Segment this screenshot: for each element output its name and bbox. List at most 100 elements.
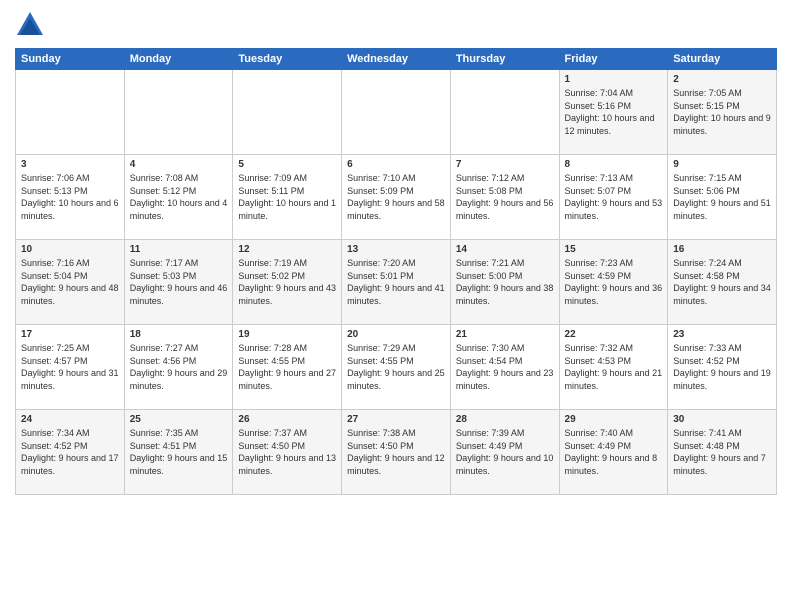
day-number: 9 [673, 159, 771, 170]
week-row-4: 17 Sunrise: 7:25 AMSunset: 4:57 PMDayligh… [16, 325, 777, 410]
day-info: Sunrise: 7:20 AMSunset: 5:01 PMDaylight:… [347, 257, 445, 307]
day-number: 28 [456, 414, 554, 425]
day-info: Sunrise: 7:41 AMSunset: 4:48 PMDaylight:… [673, 427, 771, 477]
day-cell: 27 Sunrise: 7:38 AMSunset: 4:50 PMDayligh… [342, 410, 451, 495]
day-cell: 10 Sunrise: 7:16 AMSunset: 5:04 PMDayligh… [16, 240, 125, 325]
week-row-3: 10 Sunrise: 7:16 AMSunset: 5:04 PMDayligh… [16, 240, 777, 325]
week-row-2: 3Sunrise: 7:06 AMSunset: 5:13 PMDaylight… [16, 155, 777, 240]
day-number: 4 [130, 159, 228, 170]
day-cell: 11 Sunrise: 7:17 AMSunset: 5:03 PMDayligh… [124, 240, 233, 325]
week-row-1: 1 Sunrise: 7:04 AMSunset: 5:16 PMDaylight… [16, 70, 777, 155]
day-info: Sunrise: 7:06 AMSunset: 5:13 PMDaylight:… [21, 172, 119, 222]
day-number: 24 [21, 414, 119, 425]
day-cell: 28 Sunrise: 7:39 AMSunset: 4:49 PMDayligh… [450, 410, 559, 495]
day-number: 5 [238, 159, 336, 170]
day-number: 11 [130, 244, 228, 255]
day-number: 6 [347, 159, 445, 170]
week-row-5: 24 Sunrise: 7:34 AMSunset: 4:52 PMDayligh… [16, 410, 777, 495]
day-cell: 4 Sunrise: 7:08 AMSunset: 5:12 PMDaylight… [124, 155, 233, 240]
day-number: 17 [21, 329, 119, 340]
calendar-header: SundayMondayTuesdayWednesdayThursdayFrid… [16, 49, 777, 70]
day-info: Sunrise: 7:33 AMSunset: 4:52 PMDaylight:… [673, 342, 771, 392]
day-info: Sunrise: 7:19 AMSunset: 5:02 PMDaylight:… [238, 257, 336, 307]
day-info: Sunrise: 7:29 AMSunset: 4:55 PMDaylight:… [347, 342, 445, 392]
day-cell: 20 Sunrise: 7:29 AMSunset: 4:55 PMDayligh… [342, 325, 451, 410]
weekday-header-saturday: Saturday [668, 49, 777, 70]
day-info: Sunrise: 7:27 AMSunset: 4:56 PMDaylight:… [130, 342, 228, 392]
day-number: 27 [347, 414, 445, 425]
day-cell: 30 Sunrise: 7:41 AMSunset: 4:48 PMDayligh… [668, 410, 777, 495]
day-cell: 19Sunrise: 7:28 AMSunset: 4:55 PMDayligh… [233, 325, 342, 410]
day-info: Sunrise: 7:17 AMSunset: 5:03 PMDaylight:… [130, 257, 228, 307]
day-info: Sunrise: 7:23 AMSunset: 4:59 PMDaylight:… [565, 257, 663, 307]
day-info: Sunrise: 7:05 AMSunset: 5:15 PMDaylight:… [673, 87, 771, 137]
day-number: 29 [565, 414, 663, 425]
day-cell: 26Sunrise: 7:37 AMSunset: 4:50 PMDayligh… [233, 410, 342, 495]
day-number: 8 [565, 159, 663, 170]
day-number: 23 [673, 329, 771, 340]
day-number: 2 [673, 74, 771, 85]
day-cell: 2 Sunrise: 7:05 AMSunset: 5:15 PMDaylight… [668, 70, 777, 155]
day-number: 21 [456, 329, 554, 340]
day-cell: 25 Sunrise: 7:35 AMSunset: 4:51 PMDayligh… [124, 410, 233, 495]
day-info: Sunrise: 7:04 AMSunset: 5:16 PMDaylight:… [565, 87, 663, 137]
day-info: Sunrise: 7:34 AMSunset: 4:52 PMDaylight:… [21, 427, 119, 477]
day-cell: 18 Sunrise: 7:27 AMSunset: 4:56 PMDayligh… [124, 325, 233, 410]
day-number: 30 [673, 414, 771, 425]
day-number: 14 [456, 244, 554, 255]
calendar-page: SundayMondayTuesdayWednesdayThursdayFrid… [0, 0, 792, 612]
day-number: 16 [673, 244, 771, 255]
day-number: 20 [347, 329, 445, 340]
day-cell: 23 Sunrise: 7:33 AMSunset: 4:52 PMDayligh… [668, 325, 777, 410]
day-info: Sunrise: 7:38 AMSunset: 4:50 PMDaylight:… [347, 427, 445, 477]
day-cell: 7Sunrise: 7:12 AMSunset: 5:08 PMDaylight… [450, 155, 559, 240]
calendar-body: 1 Sunrise: 7:04 AMSunset: 5:16 PMDaylight… [16, 70, 777, 495]
weekday-header-sunday: Sunday [16, 49, 125, 70]
day-info: Sunrise: 7:28 AMSunset: 4:55 PMDaylight:… [238, 342, 336, 392]
weekday-header-row: SundayMondayTuesdayWednesdayThursdayFrid… [16, 49, 777, 70]
day-number: 22 [565, 329, 663, 340]
day-number: 7 [456, 159, 554, 170]
day-cell [342, 70, 451, 155]
weekday-header-thursday: Thursday [450, 49, 559, 70]
day-number: 26 [238, 414, 336, 425]
day-number: 13 [347, 244, 445, 255]
day-number: 1 [565, 74, 663, 85]
day-cell: 12 Sunrise: 7:19 AMSunset: 5:02 PMDayligh… [233, 240, 342, 325]
day-info: Sunrise: 7:08 AMSunset: 5:12 PMDaylight:… [130, 172, 228, 222]
day-number: 12 [238, 244, 336, 255]
day-cell [233, 70, 342, 155]
day-cell: 21Sunrise: 7:30 AMSunset: 4:54 PMDayligh… [450, 325, 559, 410]
day-cell: 22Sunrise: 7:32 AMSunset: 4:53 PMDayligh… [559, 325, 668, 410]
day-number: 25 [130, 414, 228, 425]
day-cell: 24 Sunrise: 7:34 AMSunset: 4:52 PMDayligh… [16, 410, 125, 495]
calendar-table: SundayMondayTuesdayWednesdayThursdayFrid… [15, 48, 777, 495]
day-info: Sunrise: 7:21 AMSunset: 5:00 PMDaylight:… [456, 257, 554, 307]
day-info: Sunrise: 7:39 AMSunset: 4:49 PMDaylight:… [456, 427, 554, 477]
weekday-header-tuesday: Tuesday [233, 49, 342, 70]
day-cell [450, 70, 559, 155]
day-cell: 5 Sunrise: 7:09 AMSunset: 5:11 PMDaylight… [233, 155, 342, 240]
day-cell: 6 Sunrise: 7:10 AMSunset: 5:09 PMDaylight… [342, 155, 451, 240]
day-cell: 3Sunrise: 7:06 AMSunset: 5:13 PMDaylight… [16, 155, 125, 240]
day-info: Sunrise: 7:25 AMSunset: 4:57 PMDaylight:… [21, 342, 119, 392]
day-info: Sunrise: 7:24 AMSunset: 4:58 PMDaylight:… [673, 257, 771, 307]
day-number: 15 [565, 244, 663, 255]
day-cell: 16 Sunrise: 7:24 AMSunset: 4:58 PMDayligh… [668, 240, 777, 325]
day-info: Sunrise: 7:40 AMSunset: 4:49 PMDaylight:… [565, 427, 663, 477]
day-cell [124, 70, 233, 155]
day-cell: 1 Sunrise: 7:04 AMSunset: 5:16 PMDaylight… [559, 70, 668, 155]
day-info: Sunrise: 7:15 AMSunset: 5:06 PMDaylight:… [673, 172, 771, 222]
day-info: Sunrise: 7:16 AMSunset: 5:04 PMDaylight:… [21, 257, 119, 307]
day-number: 10 [21, 244, 119, 255]
day-info: Sunrise: 7:13 AMSunset: 5:07 PMDaylight:… [565, 172, 663, 222]
day-info: Sunrise: 7:35 AMSunset: 4:51 PMDaylight:… [130, 427, 228, 477]
day-number: 18 [130, 329, 228, 340]
day-cell: 9 Sunrise: 7:15 AMSunset: 5:06 PMDaylight… [668, 155, 777, 240]
day-cell: 14 Sunrise: 7:21 AMSunset: 5:00 PMDayligh… [450, 240, 559, 325]
logo [15, 10, 49, 40]
day-info: Sunrise: 7:10 AMSunset: 5:09 PMDaylight:… [347, 172, 445, 222]
day-info: Sunrise: 7:09 AMSunset: 5:11 PMDaylight:… [238, 172, 336, 222]
weekday-header-friday: Friday [559, 49, 668, 70]
day-cell: 13 Sunrise: 7:20 AMSunset: 5:01 PMDayligh… [342, 240, 451, 325]
